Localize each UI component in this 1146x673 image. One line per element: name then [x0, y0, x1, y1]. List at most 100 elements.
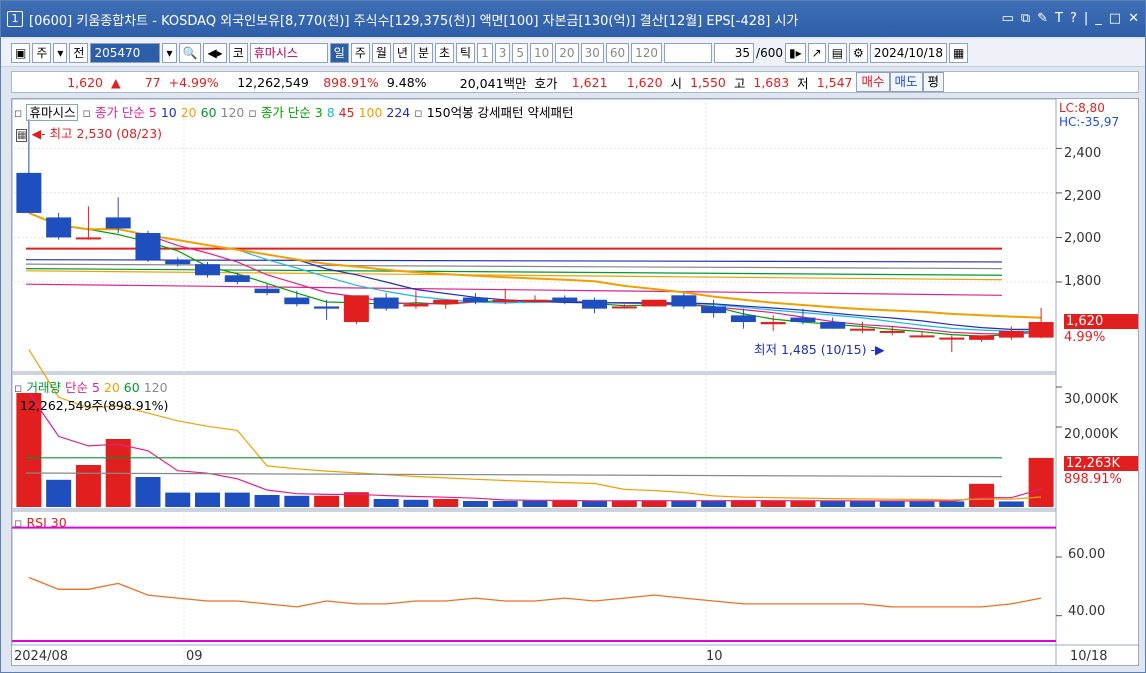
minute-10-button[interactable]: 10 — [530, 42, 554, 63]
minute-30-button[interactable]: 30 — [580, 42, 604, 63]
layout-icon[interactable]: ▣ — [11, 42, 31, 63]
pattern-strong-label: 150억봉 강세패턴 — [426, 105, 524, 120]
close-icon[interactable]: ✕ — [1128, 11, 1139, 26]
help-icon[interactable]: ? — [1070, 11, 1077, 26]
copy-icon[interactable]: ⧉ — [1021, 11, 1030, 26]
candle-body — [433, 299, 459, 305]
candle-body — [403, 304, 429, 307]
volume-value: 12,262,549 — [237, 74, 309, 90]
volume-bar — [582, 500, 608, 507]
volume-bar — [403, 499, 429, 507]
volume-current-note: 12,262,549주(898.91%) — [20, 398, 169, 413]
sell-button[interactable]: 매도 — [889, 72, 923, 92]
volume-bar — [969, 483, 995, 507]
chart-svg[interactable] — [11, 98, 1138, 665]
minute-20-button[interactable]: 20 — [555, 42, 579, 63]
candle-body — [224, 275, 250, 282]
calendar-icon[interactable]: ▦ — [948, 42, 969, 63]
ma-simple-20: 20 — [180, 105, 197, 120]
volume-ma-20: 20 — [103, 380, 120, 395]
count-total: /600 — [756, 45, 783, 60]
chart-area[interactable]: ▫ 휴마시스 ▫ 종가 단순 5 10 20 60 120 ▫ 종가 단순 3 … — [11, 98, 1139, 666]
rsi-tick-40: 40.00 — [1068, 604, 1106, 619]
separator: | — [1083, 11, 1089, 26]
indicator-icon[interactable]: ▮▸ — [785, 42, 806, 63]
period-tick-button[interactable]: 틱 — [456, 42, 476, 63]
volume-bar — [46, 479, 72, 507]
minute-120-button[interactable]: 120 — [631, 42, 663, 63]
rsi-legend-name[interactable]: RSI 30 — [26, 515, 66, 530]
minimize-icon[interactable]: _ — [1095, 11, 1102, 26]
current-price: 1,620 — [67, 74, 103, 90]
long-ma-line — [25, 283, 1003, 296]
candle-body — [849, 328, 875, 331]
minute-60-button[interactable]: 60 — [605, 42, 630, 63]
ma-exp-8: 8 — [326, 105, 335, 120]
draw-icon[interactable]: ↗ — [807, 42, 826, 63]
custom-period-input[interactable] — [664, 42, 713, 63]
candle-body — [790, 317, 816, 323]
font-icon[interactable]: T — [1055, 11, 1063, 26]
search-icon[interactable]: 🔍 — [178, 42, 202, 63]
title-controls: ▭ ⧉ ✎ T ? | _ □ ✕ — [1002, 11, 1139, 26]
count-input[interactable]: 35 — [714, 42, 755, 63]
ma-line-5 — [28, 212, 1042, 335]
period-year-button[interactable]: 년 — [392, 42, 412, 63]
current-pct-tag: 4.99% — [1064, 330, 1106, 345]
high-price: 1,683 — [753, 74, 790, 90]
volume-bar — [165, 492, 191, 507]
code-input[interactable]: 205470 — [90, 42, 161, 63]
mode-dropdown-icon[interactable]: ▾ — [53, 42, 68, 63]
quote-bar: 1,620 ▲ 77 +4.99% 12,262,549 898.91% 9.4… — [11, 71, 1139, 93]
toolbar: ▣ 주 ▾ 전 205470 ▾ 🔍 ◀▸ 코 휴마시스 일 주 월 년 분 초… — [1, 39, 1145, 67]
y-tick-1800: 1,800 — [1064, 274, 1102, 289]
price-legend-name[interactable]: 휴마시스 — [26, 104, 79, 121]
x-label-sep: 09 — [186, 649, 203, 664]
candle-body — [462, 297, 488, 302]
mode-select[interactable]: 주 — [32, 42, 52, 63]
candle-body — [582, 299, 608, 309]
candle-body — [105, 217, 131, 229]
title-bar[interactable]: 1 [0600] 키움종합차트 - KOSDAQ 외국인보유[8,770(천)]… — [1, 1, 1145, 37]
volume-bar — [135, 477, 161, 507]
open-price: 1,550 — [690, 74, 726, 90]
period-week-button[interactable]: 주 — [350, 42, 370, 63]
link-icon[interactable]: ✎ — [1037, 11, 1048, 26]
rsi-legend: ▫ RSI 30 — [14, 515, 67, 530]
volume-bar — [611, 500, 637, 507]
gear-icon[interactable]: ⚙ — [849, 42, 868, 63]
stock-name[interactable]: 휴마시스 — [249, 42, 328, 63]
calendar-icon[interactable]: ▦ — [16, 129, 28, 142]
volume-bar — [790, 501, 816, 507]
maximize-icon[interactable]: □ — [1109, 11, 1121, 26]
minute-3-button[interactable]: 3 — [494, 42, 511, 63]
sound-icon[interactable]: ◀▸ — [203, 42, 227, 63]
restore-icon[interactable]: ▭ — [1002, 11, 1014, 26]
up-triangle-icon: ▲ — [111, 74, 121, 90]
window-title: [0600] 키움종합차트 - KOSDAQ 외국인보유[8,770(천)] 주… — [29, 13, 799, 29]
volume-ma-5: 5 — [91, 380, 100, 395]
volume-ma-label: 단순 — [64, 380, 88, 395]
ma-simple-5: 5 — [148, 105, 157, 120]
window-number-badge[interactable]: 1 — [7, 11, 23, 27]
eval-button[interactable]: 평 — [922, 72, 945, 92]
market-prefix: 코 — [228, 42, 248, 63]
minute-5-button[interactable]: 5 — [512, 42, 529, 63]
hoga-label: 호가 — [534, 75, 558, 91]
volume-legend-name[interactable]: 거래량 — [26, 380, 61, 395]
candle-body — [671, 295, 697, 307]
date-input[interactable]: 2024/10/18 — [869, 42, 947, 63]
period-minute-button[interactable]: 분 — [413, 42, 433, 63]
period-second-button[interactable]: 초 — [435, 42, 455, 63]
candle-body — [492, 299, 518, 302]
high-note: 최고 2,530 (08/23) — [49, 126, 163, 141]
buy-button[interactable]: 매수 — [856, 72, 890, 92]
ma-simple-60: 60 — [200, 105, 217, 120]
candle-body — [284, 297, 310, 305]
period-day-button[interactable]: 일 — [329, 42, 349, 63]
period-month-button[interactable]: 월 — [371, 42, 391, 63]
prev-button[interactable]: 전 — [69, 42, 89, 63]
minute-1-button[interactable]: 1 — [477, 42, 493, 63]
save-icon[interactable]: ▤ — [827, 42, 848, 63]
code-dropdown-icon[interactable]: ▾ — [162, 42, 177, 63]
